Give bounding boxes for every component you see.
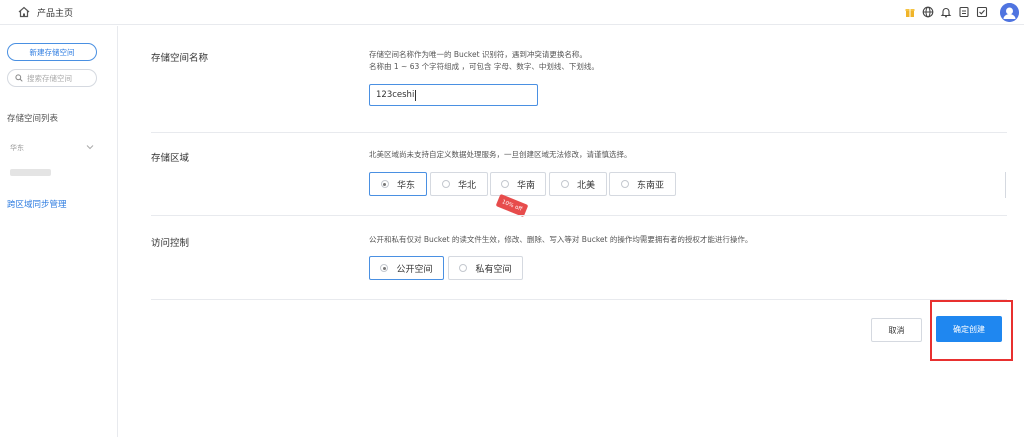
bucket-name-desc-1: 存储空间名称作为唯一的 Bucket 识别符，遇到冲突请更换名称。 [369,50,587,59]
region-option-label: 东南亚 [636,180,664,191]
bucket-name-value: 123ceshi [376,90,415,100]
sidebar: 新建存储空间 搜索存储空间 存储空间列表 华东 跨区域同步管理 [0,26,118,437]
cancel-button[interactable]: 取消 [871,318,922,342]
radio-icon [380,180,389,188]
bucket-list-item[interactable] [10,169,51,176]
highlight-box [930,300,1013,361]
search-icon [15,74,23,82]
document-icon[interactable] [958,6,970,18]
new-bucket-button[interactable]: 新建存储空间 [7,43,97,61]
region-option-dongnanya[interactable]: 东南亚 [609,172,676,196]
scroll-edge [1005,172,1006,198]
region-option-label: 华南 [516,180,535,191]
bell-icon[interactable] [940,6,952,18]
region-option-huadong[interactable]: 华东 [369,172,427,196]
access-control-desc: 公开和私有仅对 Bucket 的读文件生效，修改、删除、写入等对 Bucket … [369,235,753,244]
access-option-label: 私有空间 [475,264,512,275]
region-option-label: 华东 [396,180,415,191]
storage-region-desc: 北美区域尚未支持自定义数据处理服务，一旦创建区域无法修改，请谨慎选择。 [369,150,632,159]
region-option-beimei[interactable]: 北美 [549,172,607,196]
top-bar: 产品主页 [0,0,1024,25]
region-option-huanan[interactable]: 华南 [490,172,546,196]
access-option-private[interactable]: 私有空间 [448,256,523,280]
user-avatar-icon[interactable] [1000,3,1019,22]
bucket-search-input[interactable]: 搜索存储空间 [7,69,97,87]
radio-icon [560,180,569,188]
region-option-label: 华北 [457,180,476,191]
text-caret [415,89,417,101]
radio-icon [380,264,389,272]
storage-region-label: 存储区域 [151,153,190,164]
discount-tag: 10% off [495,193,529,218]
home-icon[interactable] [18,6,30,18]
region-option-label: 北美 [576,180,595,191]
chevron-down-icon[interactable] [86,143,94,151]
cross-region-sync-link[interactable]: 跨区域同步管理 [7,198,67,210]
region-group-label[interactable]: 华东 [10,143,24,153]
checkbox-icon[interactable] [976,6,988,18]
radio-icon [500,180,509,188]
bucket-list-label: 存储空间列表 [7,114,59,124]
radio-icon [620,180,629,188]
bucket-name-label: 存储空间名称 [151,53,209,64]
gift-icon[interactable] [904,6,916,18]
region-option-huabei[interactable]: 华北 [430,172,488,196]
access-option-label: 公开空间 [396,264,433,275]
bucket-name-desc-2: 名称由 1 ~ 63 个字符组成 ，可包含 字母、数字、中划线、下划线。 [369,62,599,71]
globe-icon[interactable] [922,6,934,18]
bucket-name-input[interactable]: 123ceshi [369,84,538,106]
radio-icon [441,180,450,188]
page-title[interactable]: 产品主页 [37,6,73,19]
search-placeholder: 搜索存储空间 [27,73,72,83]
section-divider [151,132,1007,133]
section-divider [151,215,1007,216]
access-control-label: 访问控制 [151,238,190,249]
radio-icon [459,264,468,272]
section-divider [151,299,1007,300]
access-option-public[interactable]: 公开空间 [369,256,444,280]
